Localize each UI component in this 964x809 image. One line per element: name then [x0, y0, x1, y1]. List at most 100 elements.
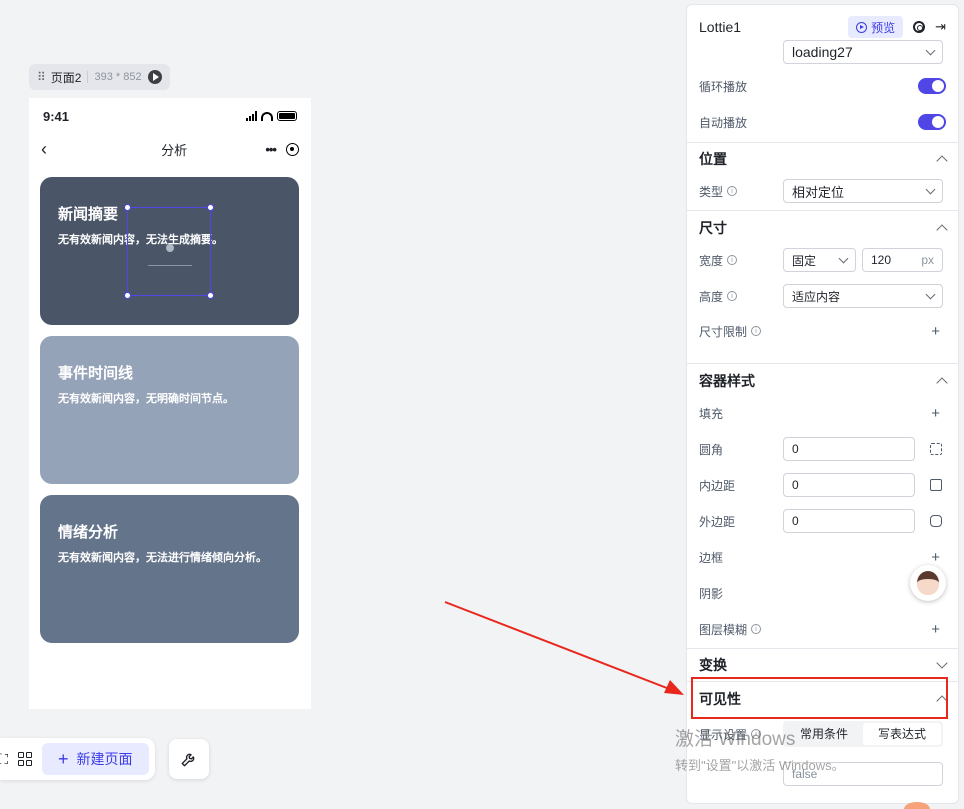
width-mode-select[interactable]: 固定	[783, 248, 856, 272]
watermark-line2: 转到"设置"以激活 Windows。	[675, 758, 845, 773]
loading-baseline	[148, 265, 192, 266]
card-event-timeline[interactable]: 事件时间线 无有效新闻内容，无明确时间节点。	[40, 336, 299, 484]
phone-frame: 9:41 ‹ 分析 ••• 新闻摘要 无有效新闻内容，无法生成摘要。 事件时间线…	[29, 98, 311, 709]
type-label: 类型	[699, 184, 724, 199]
margin-input[interactable]: 0	[783, 509, 915, 533]
chevron-up-icon[interactable]	[936, 155, 948, 167]
watermark-line1: 激活 Windows	[675, 729, 796, 750]
card-sentiment[interactable]: 情绪分析 无有效新闻内容，无法进行情绪倾向分析。	[40, 495, 299, 643]
padding-row: 内边距 0	[699, 473, 946, 497]
width-label: 宽度	[699, 253, 724, 268]
radius-input[interactable]: 0	[783, 437, 915, 461]
size-section-header[interactable]: 尺寸	[699, 220, 948, 236]
border-label: 边框	[699, 550, 724, 565]
close-target-icon[interactable]	[285, 142, 299, 156]
info-icon[interactable]: i	[751, 326, 762, 336]
shadow-row: 阴影	[699, 585, 946, 601]
gear-icon[interactable]	[913, 21, 926, 33]
nav-bar: ‹ 分析 •••	[29, 134, 311, 164]
floating-avatar-peek[interactable]	[904, 802, 930, 809]
wifi-icon	[261, 111, 273, 121]
margin-label: 外边距	[699, 514, 736, 529]
collapse-panel-icon[interactable]: ⇥	[935, 19, 946, 35]
divider	[687, 363, 958, 364]
status-time: 9:41	[43, 108, 70, 124]
radius-label: 圆角	[699, 442, 724, 457]
info-icon[interactable]: i	[751, 624, 762, 634]
height-mode-select[interactable]: 适应内容	[783, 284, 943, 308]
play-circle-icon	[856, 21, 868, 33]
border-row: 边框 +	[699, 549, 946, 566]
drag-handle-icon[interactable]: ⠿	[37, 70, 46, 84]
width-input[interactable]: 120 px	[862, 248, 943, 272]
transform-section-header[interactable]: 变换	[699, 657, 948, 673]
nav-title: 分析	[161, 142, 188, 158]
animation-row: loading27	[699, 40, 946, 64]
chevron-up-icon[interactable]	[936, 377, 948, 389]
animation-select[interactable]: loading27	[783, 40, 943, 64]
plus-icon: +	[58, 749, 69, 769]
loop-toggle[interactable]	[918, 78, 946, 94]
info-icon[interactable]: i	[727, 186, 738, 196]
section-title: 尺寸	[699, 220, 727, 236]
add-size-limit-icon[interactable]: +	[931, 323, 940, 340]
autoplay-row: 自动播放	[699, 114, 946, 130]
new-page-button[interactable]: + 新建页面	[42, 743, 149, 775]
container-style-section-header[interactable]: 容器样式	[699, 373, 948, 389]
add-fill-icon[interactable]: +	[931, 405, 940, 422]
info-icon[interactable]: i	[727, 291, 738, 301]
add-border-icon[interactable]: +	[931, 549, 940, 566]
chevron-up-icon[interactable]	[936, 224, 948, 236]
card-desc: 无有效新闻内容，无明确时间节点。	[58, 393, 234, 405]
corner-radius-icon[interactable]	[930, 443, 942, 455]
resize-handle[interactable]	[207, 292, 214, 299]
padding-input[interactable]: 0	[783, 473, 915, 497]
preview-label: 预览	[871, 20, 896, 35]
preview-button[interactable]: 预览	[848, 16, 904, 38]
divider	[687, 210, 958, 211]
info-icon[interactable]: i	[727, 255, 738, 265]
back-icon[interactable]: ‹	[41, 139, 47, 160]
more-icon[interactable]: •••	[265, 142, 277, 157]
position-section-header[interactable]: 位置	[699, 151, 948, 167]
resize-handle[interactable]	[124, 204, 131, 211]
page-name: 页面2	[50, 70, 82, 85]
blur-label: 图层模糊	[699, 622, 748, 637]
tab-expression[interactable]: 写表达式	[863, 723, 941, 745]
height-label: 高度	[699, 289, 724, 304]
radius-row: 圆角 0	[699, 437, 946, 461]
wrench-button[interactable]	[168, 739, 209, 779]
chevron-down-icon[interactable]	[936, 657, 948, 669]
grid-view-icon[interactable]	[16, 750, 34, 768]
loop-label: 循环播放	[699, 79, 748, 94]
card-title: 事件时间线	[58, 365, 134, 382]
card-desc: 无有效新闻内容，无法进行情绪倾向分析。	[58, 552, 267, 564]
assistant-avatar[interactable]	[910, 565, 946, 601]
card-news-summary[interactable]: 新闻摘要 无有效新闻内容，无法生成摘要。	[40, 177, 299, 325]
add-blur-icon[interactable]: +	[931, 621, 940, 638]
divider	[687, 142, 958, 143]
page-tag[interactable]: ⠿ 页面2 393 * 852	[29, 64, 170, 90]
loading-animation-icon	[166, 244, 174, 252]
fit-screen-icon[interactable]: ⛶	[0, 750, 8, 768]
padding-icon[interactable]	[930, 479, 942, 491]
autoplay-toggle[interactable]	[918, 114, 946, 130]
margin-icon[interactable]	[930, 515, 942, 527]
size-limit-label: 尺寸限制	[699, 324, 748, 339]
width-row: 宽度 i 固定 120 px	[699, 248, 946, 272]
mini-program-capsule[interactable]: •••	[265, 142, 299, 157]
position-type-select[interactable]: 相对定位	[783, 179, 943, 203]
section-title: 变换	[699, 657, 727, 673]
margin-row: 外边距 0	[699, 509, 946, 533]
lottie-selection-box[interactable]	[124, 204, 214, 299]
wrench-icon	[181, 753, 194, 767]
play-icon[interactable]	[147, 70, 162, 84]
chevron-down-icon	[925, 184, 936, 195]
resize-handle[interactable]	[124, 292, 131, 299]
section-title: 容器样式	[699, 373, 755, 389]
width-unit: px	[921, 253, 934, 267]
section-title: 位置	[699, 151, 727, 167]
resize-handle[interactable]	[207, 204, 214, 211]
design-canvas[interactable]: ⠿ 页面2 393 * 852 9:41 ‹ 分析 ••• 新闻摘要 无有效新闻…	[0, 0, 680, 809]
divider	[87, 71, 89, 83]
